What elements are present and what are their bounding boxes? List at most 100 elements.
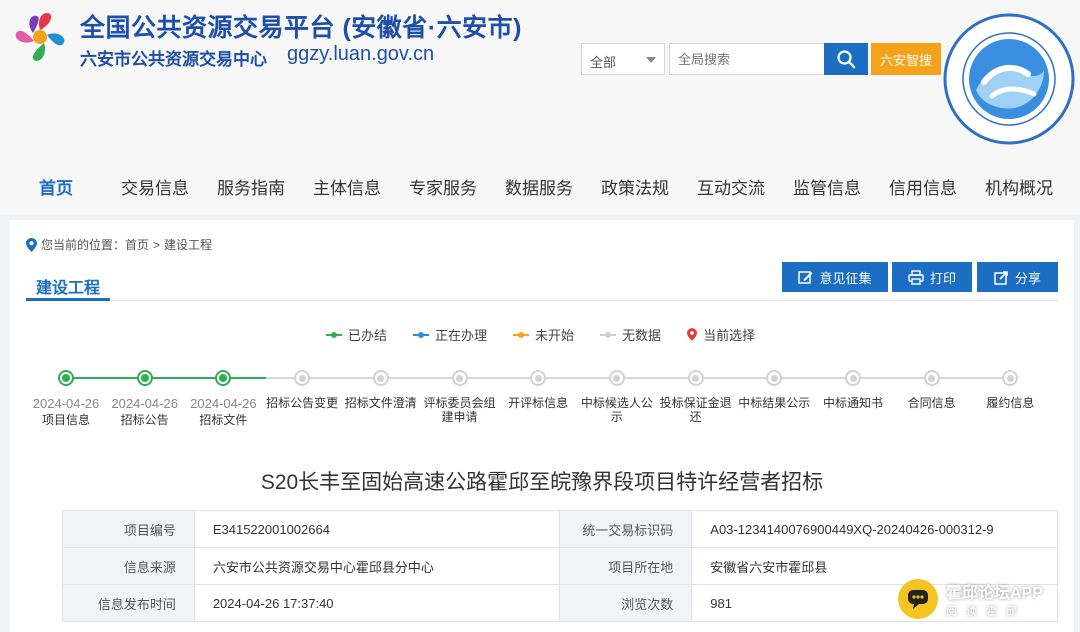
info-key: 项目编号 <box>62 510 195 548</box>
timeline-step-label: 投标保证金退还 <box>659 396 732 424</box>
nav-service-guide[interactable]: 服务指南 <box>217 174 285 199</box>
status-legend: 已办结 正在办理 未开始 无数据 当前选择 <box>326 325 755 344</box>
app-watermark: 霍邱论坛APP 阅读霍邱 <box>898 574 1074 624</box>
process-timeline: 2024-04-26 项目信息 2024-04-26 招标公告 2024-04-26 招标… <box>10 370 1074 440</box>
legend-item-not-started: 未开始 <box>513 325 574 344</box>
search-button[interactable] <box>824 43 868 75</box>
timeline-step[interactable]: 2024-04-26 招标文件 <box>183 370 263 427</box>
timeline-step[interactable]: 2024-04-26 项目信息 <box>26 370 106 427</box>
timeline-step[interactable]: 中标候选人公示 <box>577 370 657 424</box>
timeline-dot <box>215 370 232 386</box>
timeline-step-date: 2024-04-26 <box>190 396 257 411</box>
breadcrumb-prefix: 您当前的位置： <box>41 238 126 252</box>
legend-done-label: 已办结 <box>348 328 388 343</box>
print-icon <box>908 269 924 285</box>
timeline-step[interactable]: 招标公告变更 <box>262 370 342 410</box>
legend-current-label: 当前选择 <box>703 328 756 343</box>
timeline-step[interactable]: 2024-04-26 招标公告 <box>105 370 185 427</box>
platform-logo-icon <box>15 12 65 61</box>
timeline-step-label: 开评标信息 <box>508 396 569 410</box>
nav-data-service[interactable]: 数据服务 <box>505 174 573 199</box>
legend-no-data-label: 无数据 <box>622 328 662 343</box>
search-icon <box>837 50 856 69</box>
timeline-dot <box>608 370 625 386</box>
nav-trade-info[interactable]: 交易信息 <box>121 174 189 199</box>
feedback-button[interactable]: 意见征集 <box>782 262 888 292</box>
info-value: 2024-04-26 17:37:40 <box>193 584 561 622</box>
breadcrumb-home-link[interactable]: 首页 <box>125 236 149 253</box>
timeline-dot <box>530 370 547 386</box>
print-button[interactable]: 打印 <box>892 262 972 292</box>
timeline-dot <box>451 370 468 386</box>
timeline-step[interactable]: 中标结果公示 <box>734 370 814 410</box>
breadcrumb-current[interactable]: 建设工程 <box>164 236 212 253</box>
location-pin-icon <box>26 237 37 252</box>
search-scope-value: 全部 <box>590 55 617 70</box>
share-button[interactable]: 分享 <box>977 262 1058 292</box>
legend-item-in-progress: 正在办理 <box>413 325 487 344</box>
edit-icon <box>798 270 813 284</box>
nav-interaction[interactable]: 互动交流 <box>697 174 765 199</box>
timeline-step[interactable]: 合同信息 <box>892 370 972 410</box>
timeline-dot <box>687 370 704 386</box>
timeline-step-date: 2024-04-26 <box>111 396 178 411</box>
search-input[interactable] <box>669 43 825 75</box>
nav-expert-service[interactable]: 专家服务 <box>409 174 477 199</box>
legend-not-started-label: 未开始 <box>535 328 575 343</box>
timeline-step[interactable]: 评标委员会组建申请 <box>420 370 500 424</box>
breadcrumb: 您当前的位置： 首页 > 建设工程 <box>26 236 212 253</box>
share-icon <box>994 270 1008 285</box>
watermark-subtitle: 阅读霍邱 <box>946 606 1026 618</box>
timeline-step-label: 中标候选人公示 <box>580 396 653 424</box>
search-scope-select[interactable]: 全部 <box>581 43 665 75</box>
timeline-step-label: 项目信息 <box>41 413 90 427</box>
timeline-step[interactable]: 招标文件澄清 <box>341 370 421 410</box>
timeline-dot <box>58 370 74 386</box>
table-row: 项目编号 E341522001002664 统一交易标识码 A03-123414… <box>62 510 1058 548</box>
nav-home[interactable]: 首页 <box>39 174 73 199</box>
timeline-step-label: 招标公告变更 <box>266 396 339 410</box>
nav-entity-info[interactable]: 主体信息 <box>313 174 381 199</box>
content-card: 您当前的位置： 首页 > 建设工程 建设工程 意见征集 打印 分享 已办结 正在… <box>10 220 1074 632</box>
timeline-step[interactable]: 履约信息 <box>970 370 1050 410</box>
timeline-dot <box>294 370 311 386</box>
chevron-down-icon <box>646 57 656 63</box>
nav-policy[interactable]: 政策法规 <box>601 174 669 199</box>
info-key: 项目所在地 <box>559 547 693 585</box>
main-nav: 首页 交易信息 服务指南 主体信息 专家服务 数据服务 政策法规 互动交流 监管… <box>0 155 1080 215</box>
legend-item-no-data: 无数据 <box>600 325 661 344</box>
site-title: 全国公共资源交易平台 (安徽省·六安市) <box>80 14 522 42</box>
timeline-step[interactable]: 中标通知书 <box>813 370 893 410</box>
nav-supervision[interactable]: 监管信息 <box>793 174 861 199</box>
legend-done-marker-icon <box>326 331 342 339</box>
timeline-dot <box>845 370 861 386</box>
timeline-dot <box>766 370 783 386</box>
smart-search-button[interactable]: 六安智搜 <box>871 43 941 75</box>
info-value: 六安市公共资源交易中心霍邱县分中心 <box>193 547 561 585</box>
info-key: 信息发布时间 <box>62 584 195 622</box>
feedback-button-label: 意见征集 <box>819 270 872 286</box>
section-title-underline <box>26 298 110 301</box>
legend-no-data-marker-icon <box>600 331 617 339</box>
legend-in-progress-marker-icon <box>413 331 430 339</box>
section-divider <box>26 300 1058 301</box>
timeline-step-label: 合同信息 <box>907 396 956 410</box>
info-key: 浏览次数 <box>559 584 693 622</box>
timeline-step-label: 招标公告 <box>120 413 169 427</box>
timeline-step-label: 招标文件澄清 <box>344 396 417 410</box>
timeline-step-label: 评标委员会组建申请 <box>423 396 496 424</box>
legend-item-current: 当前选择 <box>687 325 755 344</box>
legend-in-progress-label: 正在办理 <box>435 328 488 343</box>
info-value: E341522001002664 <box>193 510 561 548</box>
nav-credit[interactable]: 信用信息 <box>889 174 957 199</box>
section-title: 建设工程 <box>36 280 101 297</box>
info-value: A03-1234140076900449XQ-20240426-000312-9 <box>691 510 1058 548</box>
site-url: ggzy.luan.gov.cn <box>287 43 435 65</box>
info-key: 统一交易标识码 <box>559 510 693 548</box>
timeline-step[interactable]: 投标保证金退还 <box>656 370 736 424</box>
legend-item-done: 已办结 <box>326 325 387 344</box>
timeline-step-date: 2024-04-26 <box>32 396 100 411</box>
timeline-step[interactable]: 开评标信息 <box>498 370 578 410</box>
nav-about[interactable]: 机构概况 <box>985 174 1053 199</box>
timeline-dot <box>372 370 389 386</box>
